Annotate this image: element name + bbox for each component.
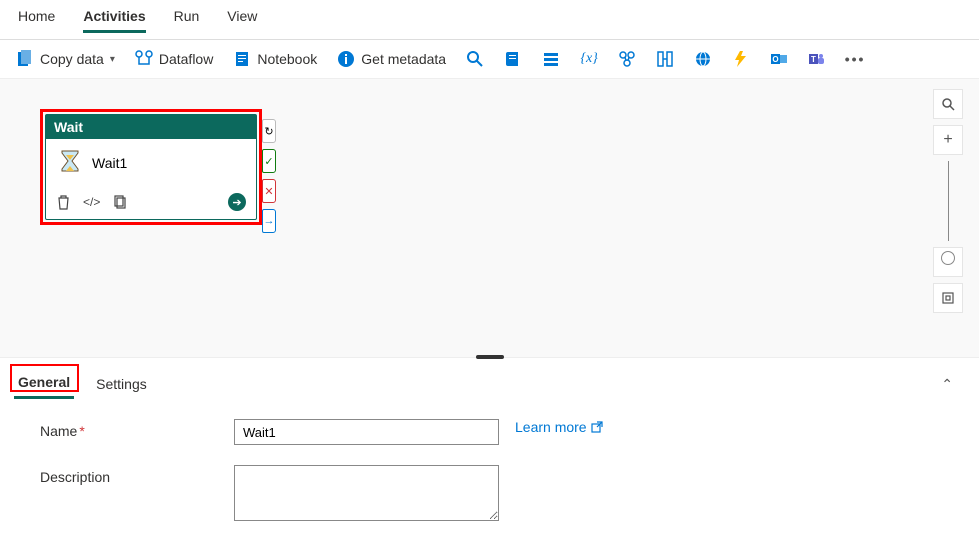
tab-settings[interactable]: Settings <box>92 372 151 398</box>
nav-activities[interactable]: Activities <box>83 8 145 33</box>
handle-success[interactable]: ✓ <box>262 149 276 173</box>
tab-general[interactable]: General <box>14 370 74 399</box>
outlook-icon[interactable]: O <box>770 50 788 68</box>
svg-text:T: T <box>811 55 816 64</box>
azure-function-icon[interactable] <box>732 50 750 68</box>
activity-output-handles: ↻ ✓ ✕ → <box>262 119 276 233</box>
external-link-icon <box>591 421 603 433</box>
notebook-button[interactable]: Notebook <box>233 50 317 68</box>
get-metadata-label: Get metadata <box>361 51 446 67</box>
delete-icon[interactable] <box>56 195 71 210</box>
activity-type-header: Wait <box>46 115 256 139</box>
chevron-down-icon: ▾ <box>110 54 115 65</box>
teams-icon[interactable]: T <box>808 50 826 68</box>
copy-data-icon <box>16 50 34 68</box>
more-icon[interactable]: ••• <box>846 50 864 68</box>
splitter-grip-icon <box>476 355 504 359</box>
name-field[interactable] <box>234 419 499 445</box>
run-activity-icon[interactable]: ➔ <box>228 193 246 211</box>
globe-icon[interactable] <box>694 50 712 68</box>
description-field[interactable] <box>234 465 499 521</box>
pipeline-canvas[interactable]: Wait Wait1 </> ➔ ↻ ✓ ✕ → <box>0 79 979 357</box>
dataflow-icon <box>135 50 153 68</box>
info-icon <box>337 50 355 68</box>
column-transform-icon[interactable] <box>656 50 674 68</box>
name-label: Name* <box>40 419 230 439</box>
collapse-panel-icon[interactable]: ⌃ <box>941 376 965 393</box>
dataflow-button[interactable]: Dataflow <box>135 50 213 68</box>
canvas-zoom-tools: + − <box>933 89 963 313</box>
general-form: Name* Learn more Description <box>0 403 979 551</box>
activity-card-highlight: Wait Wait1 </> ➔ <box>40 109 262 225</box>
notebook-label: Notebook <box>257 51 317 67</box>
get-metadata-button[interactable]: Get metadata <box>337 50 446 68</box>
copy-data-button[interactable]: Copy data ▾ <box>16 50 115 68</box>
zoom-in-icon[interactable]: + <box>933 125 963 155</box>
wait-activity-card[interactable]: Wait Wait1 </> ➔ <box>45 114 257 220</box>
fit-to-screen-icon[interactable] <box>933 283 963 313</box>
learn-more-link[interactable]: Learn more <box>515 419 603 435</box>
nav-view[interactable]: View <box>227 8 257 33</box>
list-icon[interactable] <box>542 50 560 68</box>
hourglass-icon <box>58 149 82 177</box>
canvas-search-icon[interactable] <box>933 89 963 119</box>
code-icon[interactable]: </> <box>83 195 100 209</box>
zoom-slider-knob[interactable] <box>941 251 955 265</box>
notebook-icon <box>233 50 251 68</box>
handle-skip[interactable]: → <box>262 209 276 233</box>
script-icon[interactable] <box>504 50 522 68</box>
svg-text:O: O <box>772 55 778 64</box>
top-nav: Home Activities Run View <box>0 0 979 40</box>
description-label: Description <box>40 465 230 485</box>
activity-name: Wait1 <box>92 155 127 171</box>
variable-icon[interactable]: {x} <box>580 50 598 68</box>
dataflow-label: Dataflow <box>159 51 213 67</box>
search-icon[interactable] <box>466 50 484 68</box>
nav-run[interactable]: Run <box>174 8 200 33</box>
handle-failure[interactable]: ✕ <box>262 179 276 203</box>
properties-panel-tabs: General Settings ⌃ <box>0 360 979 403</box>
nav-home[interactable]: Home <box>18 8 55 33</box>
copy-icon[interactable] <box>112 195 127 210</box>
copy-data-label: Copy data <box>40 51 104 67</box>
activities-toolbar: Copy data ▾ Dataflow Notebook Get metada… <box>0 40 979 79</box>
handle-retry[interactable]: ↻ <box>262 119 276 143</box>
web-icon[interactable] <box>618 50 636 68</box>
